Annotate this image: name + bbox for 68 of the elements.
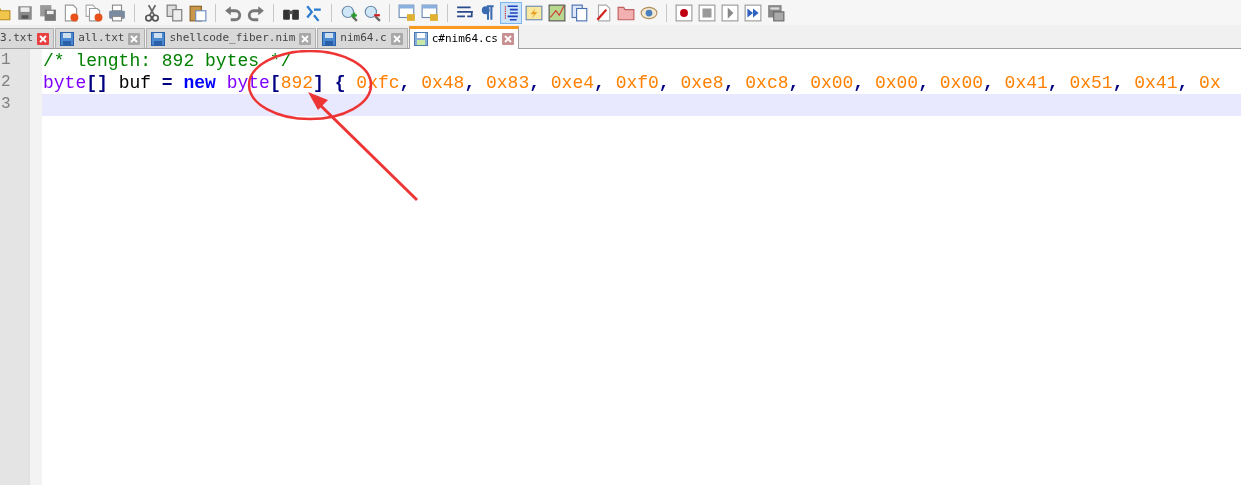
indent-guide-icon[interactable] [501, 2, 521, 23]
code-token: , [1112, 71, 1125, 95]
documents-icon[interactable] [570, 2, 590, 23]
code-token: new [182, 71, 217, 95]
file-tab[interactable]: 3.txt [0, 28, 55, 48]
copy-icon[interactable] [165, 2, 185, 23]
code-token: , [983, 71, 995, 95]
code-token: 0x00 [874, 71, 919, 95]
code-token: 0x48 [421, 71, 465, 95]
code-token: , [658, 71, 671, 95]
file-tab[interactable]: c#nim64.cs [408, 26, 519, 49]
code-token: , [723, 71, 736, 95]
play-icon[interactable] [720, 2, 740, 23]
code-token: , [399, 71, 412, 95]
code-token: [ [269, 71, 281, 95]
close-icon[interactable] [299, 32, 312, 45]
tab-label: shellcode_fiber.nim [169, 30, 296, 47]
close-icon[interactable] [501, 33, 514, 45]
tab-label: 3.txt [0, 30, 34, 47]
stop-icon[interactable] [697, 2, 717, 23]
save-macro-icon[interactable] [766, 2, 786, 23]
code-token: = [161, 71, 173, 95]
line-number: 2 [1, 72, 11, 93]
code-token: 0x [1199, 71, 1221, 95]
close-icon[interactable] [390, 32, 403, 45]
code-token: 0x41 [1004, 71, 1048, 95]
code-token: , [918, 71, 930, 95]
code-token: , [1177, 71, 1190, 95]
floppy-disks-icon[interactable] [38, 2, 58, 23]
window-lock-icon[interactable] [397, 2, 417, 23]
map-icon[interactable] [547, 2, 567, 23]
code-token: 892 [280, 71, 314, 95]
code-token: 0xe8 [680, 71, 724, 95]
tab-label: nim64.c [340, 30, 387, 47]
file-tab[interactable]: all.txt [55, 28, 146, 48]
code-token: 0x41 [1134, 71, 1178, 95]
file-tab[interactable]: nim64.c [317, 28, 408, 48]
code-token: { [333, 71, 347, 95]
code-token: 0xc8 [745, 71, 789, 95]
code-token: 0x51 [1069, 71, 1113, 95]
fast-forward-icon[interactable] [743, 2, 763, 23]
line-number: 3 [1, 94, 11, 115]
printer-icon[interactable] [107, 2, 127, 23]
code-token: , [529, 71, 541, 95]
code-token: 0x00 [939, 71, 983, 95]
code-token: ] [313, 71, 324, 95]
code-token: , [1047, 71, 1060, 95]
code-token: , [788, 71, 801, 95]
code-token: [] [86, 71, 108, 95]
scissors-icon[interactable] [142, 2, 162, 23]
code-token: 0xf0 [615, 71, 659, 95]
record-icon[interactable] [674, 2, 694, 23]
tab-label: c#nim64.cs [431, 30, 498, 47]
code-token: buf [117, 71, 153, 95]
line-number: 1 [1, 50, 11, 71]
code-token: 0xe4 [550, 71, 595, 95]
code-token: , [594, 71, 606, 95]
documents-icon[interactable] [84, 2, 104, 23]
code-token: byte [43, 71, 87, 95]
file-tab[interactable]: shellcode_fiber.nim [146, 28, 317, 48]
close-icon[interactable] [128, 32, 141, 45]
tab-label: all.txt [78, 30, 125, 47]
code-token: 0x83 [486, 71, 530, 95]
window-lock-icon[interactable] [420, 2, 440, 23]
close-icon[interactable] [37, 32, 50, 45]
code-token: 0x00 [810, 71, 854, 95]
code-token: , [464, 71, 477, 95]
code-token: , [853, 71, 866, 95]
